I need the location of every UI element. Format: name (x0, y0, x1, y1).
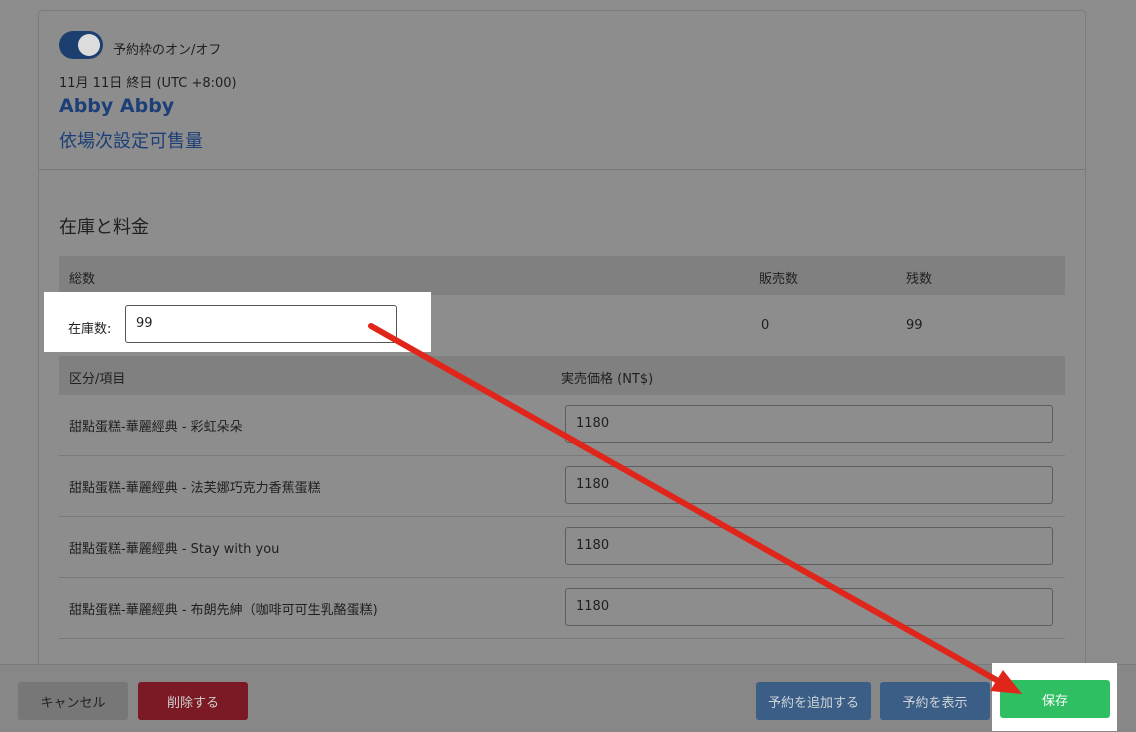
add-booking-button[interactable]: 予約を追加する (756, 682, 871, 720)
pricing-header-row: 区分/項目 実売価格 (NT$) (59, 356, 1065, 395)
date-line: 11月 11日 終日 (UTC +8:00) (59, 76, 237, 91)
price-input[interactable]: 1180 (565, 466, 1053, 504)
price-row: 甜點蛋糕-華麗經典 - 法芙娜巧克力香蕉蛋糕 1180 (59, 456, 1065, 517)
cancel-button[interactable]: キャンセル (18, 682, 128, 720)
price-input[interactable]: 1180 (565, 405, 1053, 443)
col-remaining: 残数 (906, 272, 933, 287)
delete-button[interactable]: 削除する (138, 682, 248, 720)
sold-count: 0 (761, 318, 770, 333)
save-highlight: 保存 (992, 663, 1117, 731)
col-item: 区分/項目 (69, 372, 126, 387)
show-booking-button[interactable]: 予約を表示 (880, 682, 990, 720)
per-session-availability-link[interactable]: 依場次設定可售量 (59, 127, 203, 153)
price-input[interactable]: 1180 (565, 588, 1053, 626)
stock-label: 在庫数: (68, 322, 112, 337)
item-name: 甜點蛋糕-華麗經典 - Stay with you (69, 542, 280, 557)
price-row: 甜點蛋糕-華麗經典 - 彩虹朵朵 1180 (59, 395, 1065, 456)
guest-name[interactable]: Abby Abby (59, 95, 174, 117)
toggle-knob (78, 34, 100, 56)
slot-toggle[interactable] (59, 31, 103, 59)
col-sold: 販売数 (759, 272, 799, 287)
col-price: 実売価格 (NT$) (561, 372, 654, 387)
price-row: 甜點蛋糕-華麗經典 - 布朗先紳（咖啡可可生乳酪蛋糕) 1180 (59, 578, 1065, 639)
item-name: 甜點蛋糕-華麗經典 - 彩虹朵朵 (69, 420, 243, 435)
price-row: 甜點蛋糕-華麗經典 - Stay with you 1180 (59, 517, 1065, 578)
panel-header: 予約枠のオン/オフ 11月 11日 終日 (UTC +8:00) Abby Ab… (39, 11, 1085, 170)
save-button[interactable]: 保存 (1000, 680, 1110, 718)
stock-input[interactable]: 99 (125, 305, 397, 343)
item-name: 甜點蛋糕-華麗經典 - 法芙娜巧克力香蕉蛋糕 (69, 481, 321, 496)
item-name: 甜點蛋糕-華麗經典 - 布朗先紳（咖啡可可生乳酪蛋糕) (69, 603, 378, 618)
footer-bar: キャンセル 削除する 予約を追加する 予約を表示 (0, 664, 1136, 732)
price-input[interactable]: 1180 (565, 527, 1053, 565)
inventory-header-row: 総数 販売数 残数 (59, 256, 1065, 295)
section-title: 在庫と料金 (59, 217, 149, 238)
stock-highlight: 在庫数: 99 (44, 292, 431, 352)
remaining-count: 99 (906, 318, 923, 333)
toggle-label: 予約枠のオン/オフ (113, 43, 222, 58)
col-total: 総数 (69, 272, 96, 287)
